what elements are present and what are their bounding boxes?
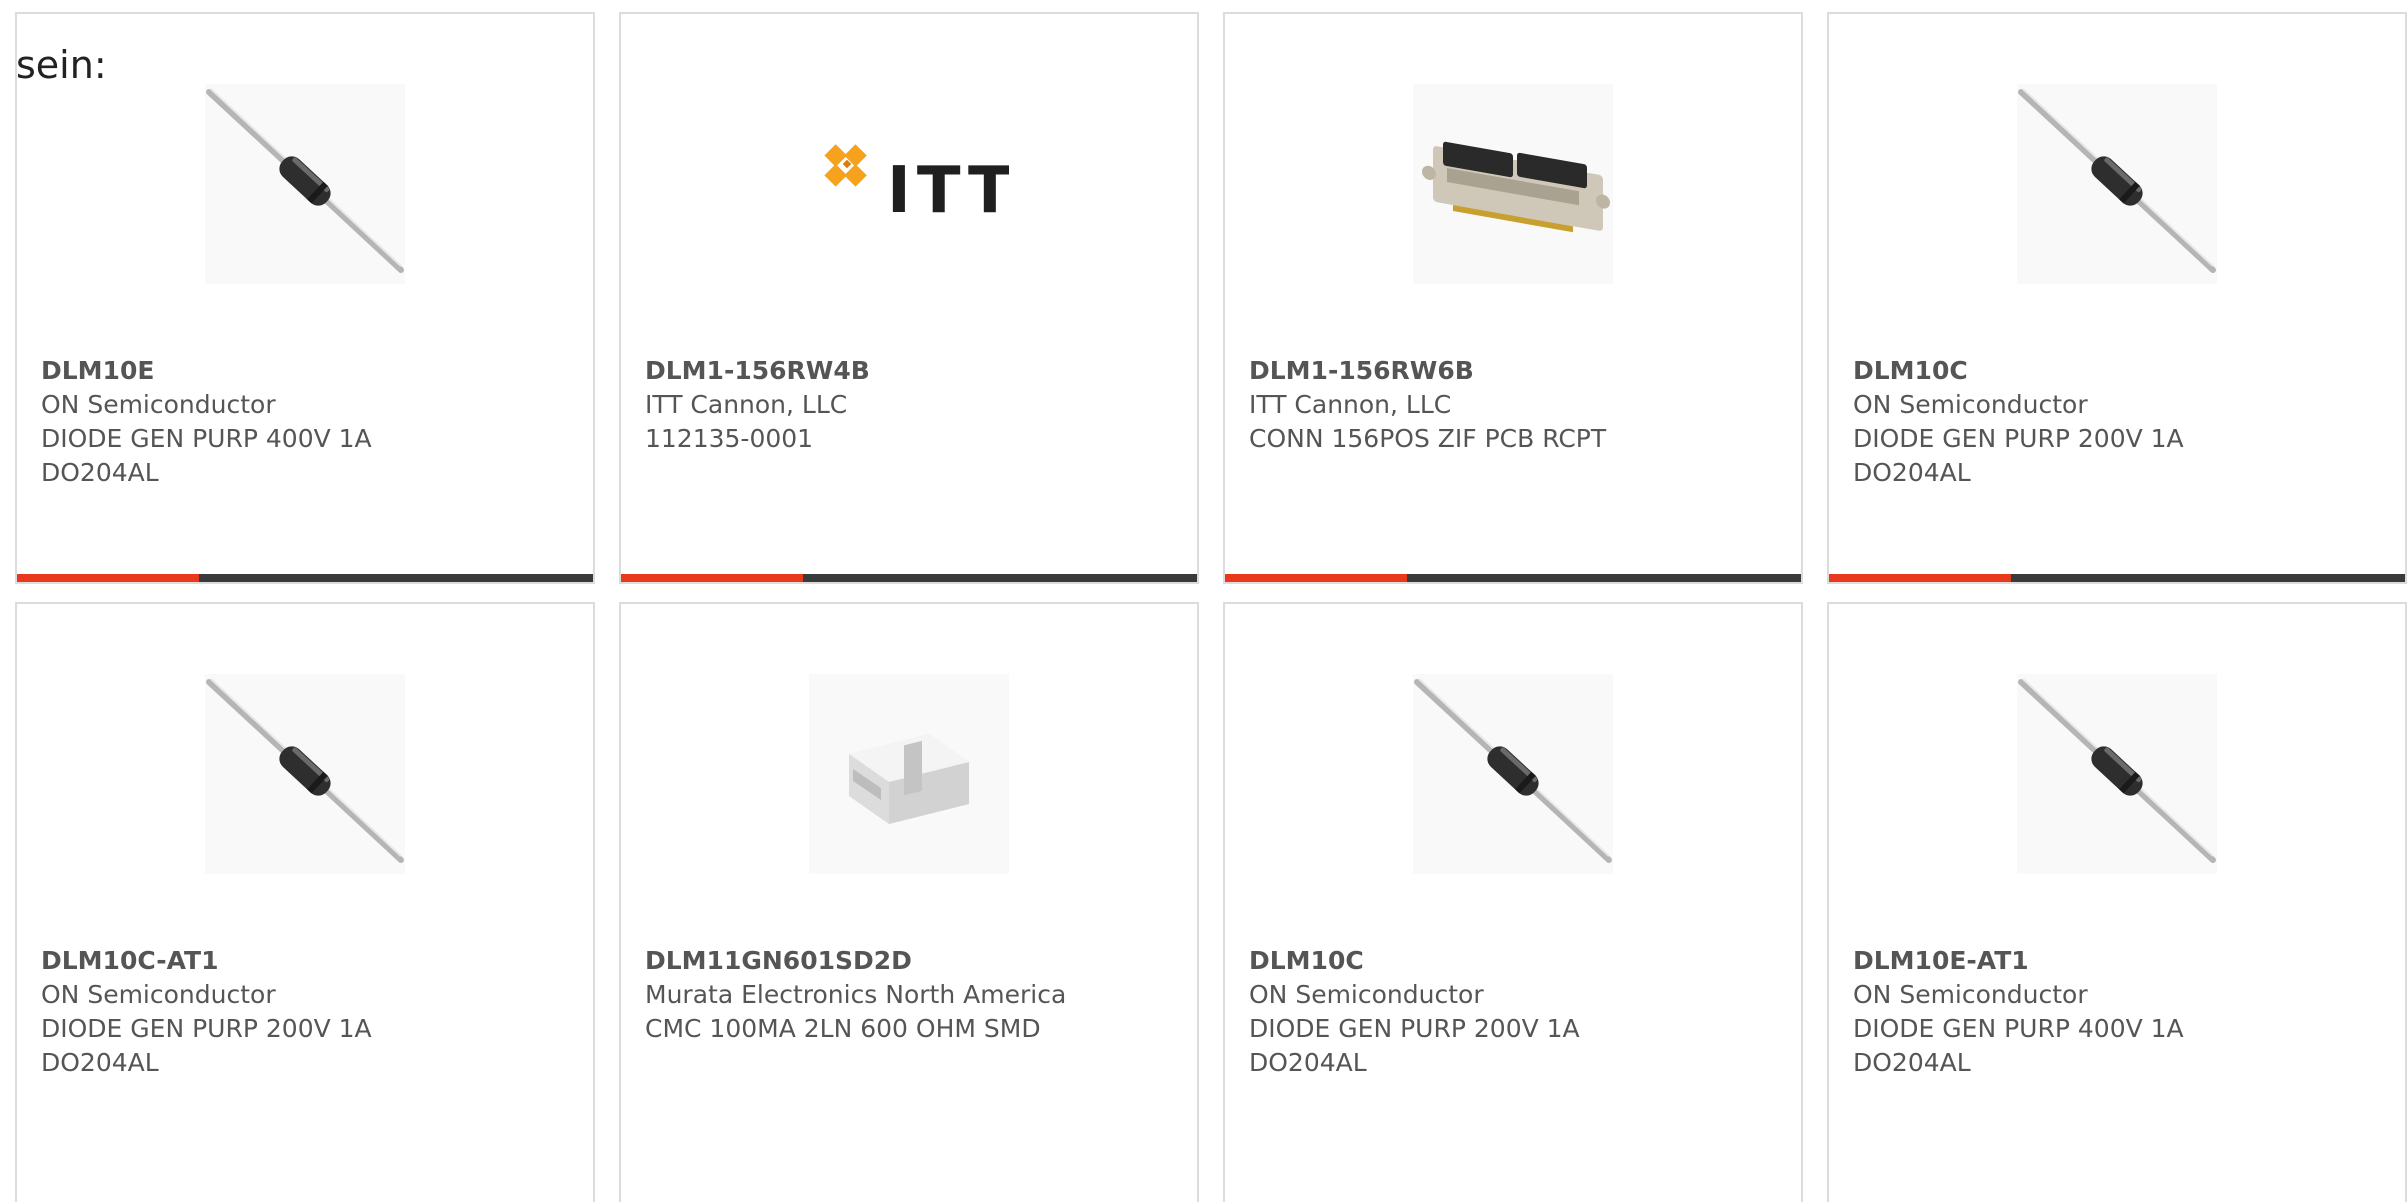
part-number[interactable]: DLM10C (1249, 944, 1781, 978)
logo-text: ITT (887, 154, 1009, 228)
description: CONN 156POS ZIF PCB RCPT (1249, 424, 1607, 453)
manufacturer: ON Semiconductor (41, 980, 276, 1009)
package: DO204AL (1853, 1048, 1971, 1077)
product-card[interactable]: DLM10E ON Semiconductor DIODE GEN PURP 4… (15, 12, 595, 584)
part-number[interactable]: DLM10C-AT1 (41, 944, 573, 978)
axial-diode-icon (205, 674, 405, 874)
axial-diode-icon (205, 84, 405, 284)
description: 112135-0001 (645, 424, 814, 453)
part-number[interactable]: DLM11GN601SD2D (645, 944, 1177, 978)
package: DO204AL (41, 1048, 159, 1077)
product-card[interactable]: DLM10C ON Semiconductor DIODE GEN PURP 2… (1827, 12, 2407, 584)
description: DIODE GEN PURP 200V 1A (41, 1014, 372, 1043)
axial-diode-icon (2017, 674, 2217, 874)
product-card[interactable]: DLM10C-AT1 ON Semiconductor DIODE GEN PU… (15, 602, 595, 1202)
manufacturer: ON Semiconductor (1853, 980, 2088, 1009)
manufacturer: ITT Cannon, LLC (1249, 390, 1452, 419)
package: DO204AL (41, 458, 159, 487)
card-accent-bar (1225, 574, 1801, 582)
product-card[interactable]: DLM11GN601SD2D Murata Electronics North … (619, 602, 1199, 1202)
description: CMC 100MA 2LN 600 OHM SMD (645, 1014, 1041, 1043)
card-accent-bar (1829, 574, 2405, 582)
part-number[interactable]: DLM1-156RW6B (1249, 354, 1781, 388)
part-number[interactable]: DLM1-156RW4B (645, 354, 1177, 388)
manufacturer: ON Semiconductor (41, 390, 276, 419)
product-card[interactable]: DLM10C ON Semiconductor DIODE GEN PURP 2… (1223, 602, 1803, 1202)
itt-logo-icon: ITT (809, 84, 1009, 284)
manufacturer: ON Semiconductor (1249, 980, 1484, 1009)
part-number[interactable]: DLM10E (41, 354, 573, 388)
manufacturer: Murata Electronics North America (645, 980, 1067, 1009)
description: DIODE GEN PURP 400V 1A (41, 424, 372, 453)
product-card[interactable]: ITT DLM1-156RW4B ITT Cannon, LLC 112135-… (619, 12, 1199, 584)
product-card[interactable]: DLM1-156RW6B ITT Cannon, LLC CONN 156POS… (1223, 12, 1803, 584)
description: DIODE GEN PURP 200V 1A (1853, 424, 2184, 453)
card-accent-bar (621, 574, 1197, 582)
card-accent-bar (17, 574, 593, 582)
product-card[interactable]: DLM10E-AT1 ON Semiconductor DIODE GEN PU… (1827, 602, 2407, 1202)
description: DIODE GEN PURP 400V 1A (1853, 1014, 2184, 1043)
axial-diode-icon (2017, 84, 2217, 284)
description: DIODE GEN PURP 200V 1A (1249, 1014, 1580, 1043)
package: DO204AL (1249, 1048, 1367, 1077)
manufacturer: ON Semiconductor (1853, 390, 2088, 419)
smd-choke-icon (809, 674, 1009, 874)
package: DO204AL (1853, 458, 1971, 487)
manufacturer: ITT Cannon, LLC (645, 390, 848, 419)
axial-diode-icon (1413, 674, 1613, 874)
part-number[interactable]: DLM10C (1853, 354, 2385, 388)
part-number[interactable]: DLM10E-AT1 (1853, 944, 2385, 978)
intro-text: sein: (16, 43, 107, 87)
connector-icon (1413, 84, 1613, 284)
product-grid: DLM10E ON Semiconductor DIODE GEN PURP 4… (0, 0, 2408, 1202)
